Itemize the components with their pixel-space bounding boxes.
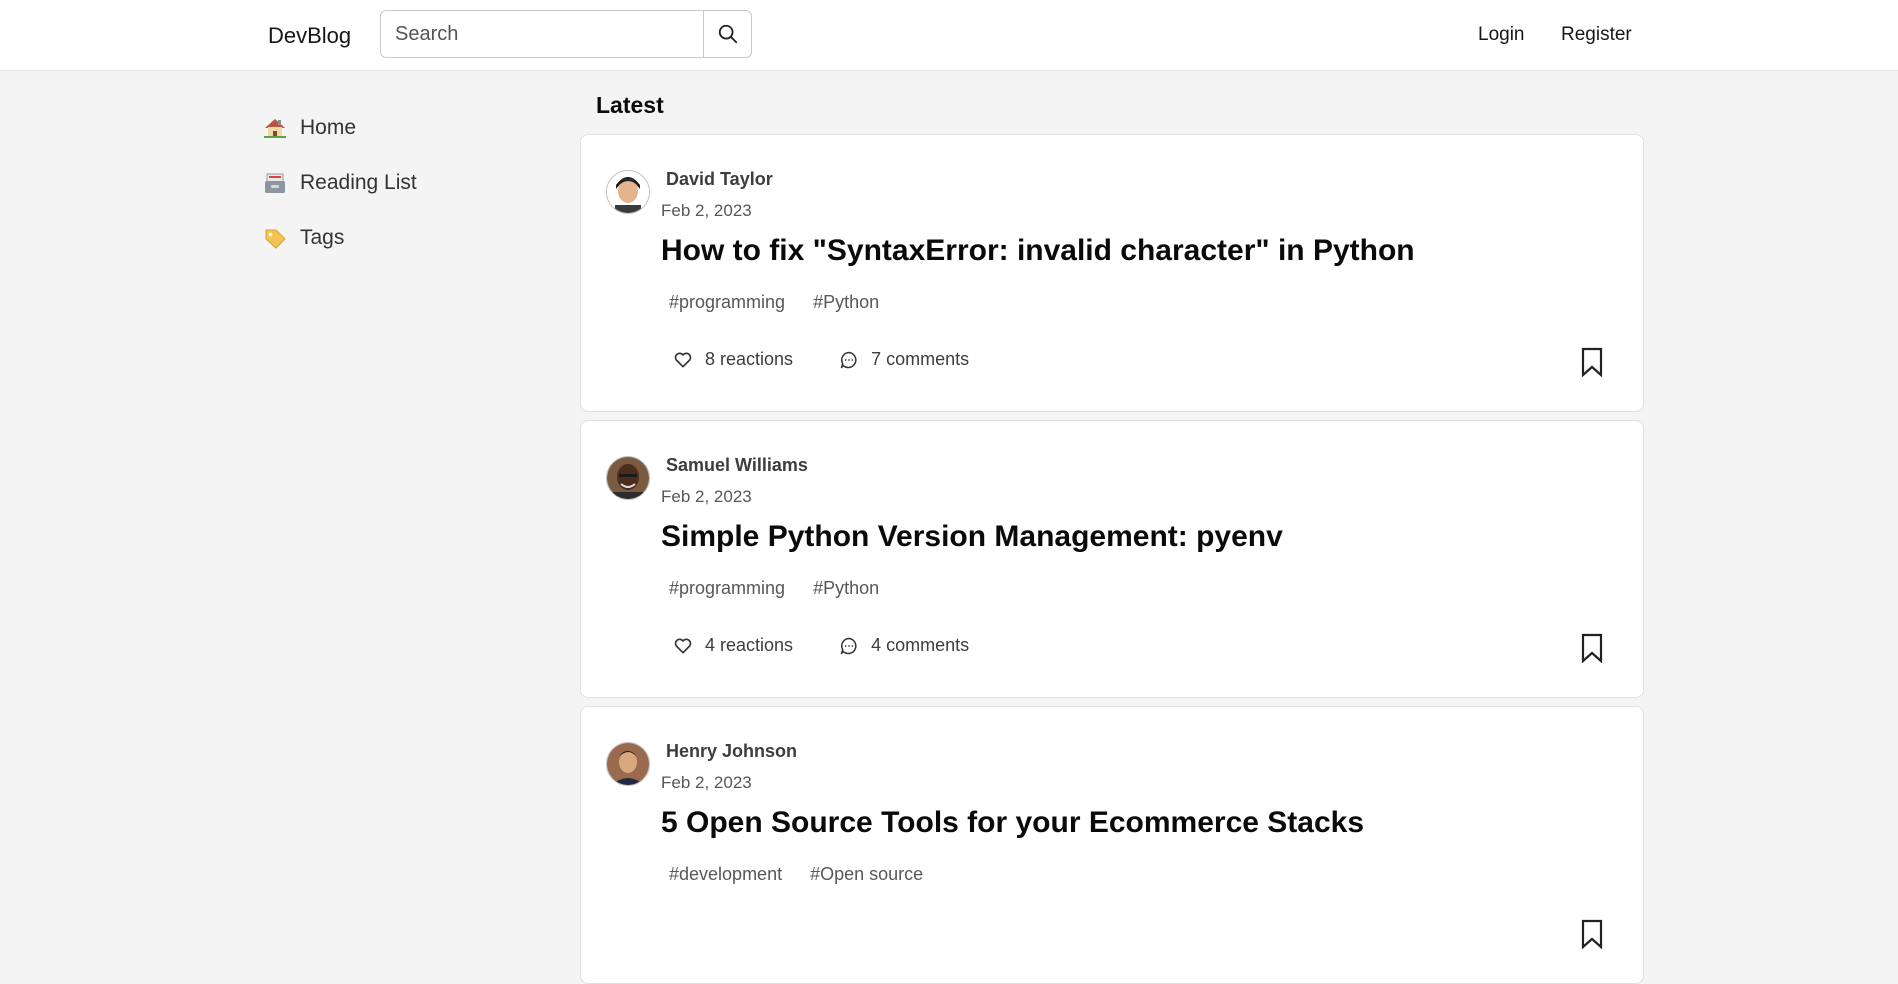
tag-link[interactable]: #Python: [805, 292, 887, 313]
house-icon: [262, 115, 288, 141]
search-input[interactable]: [381, 11, 703, 57]
post-card[interactable]: Samuel Williams Feb 2, 2023 Simple Pytho…: [580, 420, 1644, 698]
register-link[interactable]: Register: [1561, 24, 1632, 46]
tag-link[interactable]: #programming: [661, 578, 793, 599]
author-name[interactable]: David Taylor: [666, 169, 773, 190]
sidebar-item-label: Tags: [300, 225, 345, 249]
bookmark-button[interactable]: [1579, 633, 1605, 668]
reactions-button[interactable]: 8 reactions: [673, 349, 793, 370]
bookmark-icon: [1581, 347, 1603, 378]
avatar[interactable]: [606, 170, 650, 214]
author-name[interactable]: Samuel Williams: [666, 455, 808, 476]
post-date: Feb 2, 2023: [661, 487, 752, 506]
comments-count: 4 comments: [871, 635, 970, 655]
label-tag-icon: [262, 225, 288, 251]
avatar[interactable]: [606, 742, 650, 786]
bookmark-button[interactable]: [1579, 919, 1605, 954]
top-header: DevBlog Login Register: [0, 0, 1898, 71]
search-bar: [380, 10, 752, 58]
login-link[interactable]: Login: [1478, 24, 1525, 46]
sidebar-item-home[interactable]: Home: [262, 100, 562, 155]
search-button[interactable]: [703, 11, 751, 57]
comments-count: 7 comments: [871, 349, 970, 369]
tag-list: #development #Open source: [661, 864, 943, 885]
post-date: Feb 2, 2023: [661, 773, 752, 792]
tag-link[interactable]: #Open source: [802, 864, 931, 885]
heart-icon: [674, 638, 692, 653]
bookmark-button[interactable]: [1579, 347, 1605, 382]
post-title[interactable]: How to fix "SyntaxError: invalid charact…: [661, 234, 1415, 268]
reactions-count: 4 reactions: [705, 635, 794, 655]
tag-link[interactable]: #development: [661, 864, 790, 885]
sidebar-item-label: Home: [300, 115, 357, 139]
post-card[interactable]: David Taylor Feb 2, 2023 How to fix "Syn…: [580, 134, 1644, 412]
post-title[interactable]: 5 Open Source Tools for your Ecommerce S…: [661, 806, 1364, 840]
reactions-count: 8 reactions: [705, 349, 794, 369]
bookmark-icon: [1581, 919, 1603, 950]
tag-list: #programming #Python: [661, 578, 899, 599]
feed-heading: Latest: [596, 92, 664, 118]
post-date: Feb 2, 2023: [661, 201, 752, 220]
avatar[interactable]: [606, 456, 650, 500]
comments-button[interactable]: 7 comments: [839, 349, 969, 370]
tag-list: #programming #Python: [661, 292, 899, 313]
author-name[interactable]: Henry Johnson: [666, 741, 797, 762]
search-icon: [718, 24, 737, 44]
post-actions: 4 reactions 4 comments: [673, 635, 1015, 656]
brand-logo-link[interactable]: DevBlog: [268, 23, 351, 49]
post-title[interactable]: Simple Python Version Management: pyenv: [661, 520, 1283, 554]
sidebar-item-tags[interactable]: Tags: [262, 210, 562, 265]
reactions-button[interactable]: 4 reactions: [673, 635, 793, 656]
bookmark-icon: [1581, 633, 1603, 664]
card-file-box-icon: [262, 170, 288, 196]
heart-icon: [674, 352, 692, 367]
sidebar-item-reading-list[interactable]: Reading List: [262, 155, 562, 210]
sidebar-item-label: Reading List: [300, 170, 417, 194]
tag-link[interactable]: #programming: [661, 292, 793, 313]
comments-button[interactable]: 4 comments: [839, 635, 969, 656]
tag-link[interactable]: #Python: [805, 578, 887, 599]
post-card[interactable]: Henry Johnson Feb 2, 2023 5 Open Source …: [580, 706, 1644, 984]
post-actions: 8 reactions 7 comments: [673, 349, 1015, 370]
sidebar-nav: Home Reading List Tags: [262, 100, 562, 265]
comment-icon: [840, 351, 857, 368]
comment-icon: [840, 637, 857, 654]
